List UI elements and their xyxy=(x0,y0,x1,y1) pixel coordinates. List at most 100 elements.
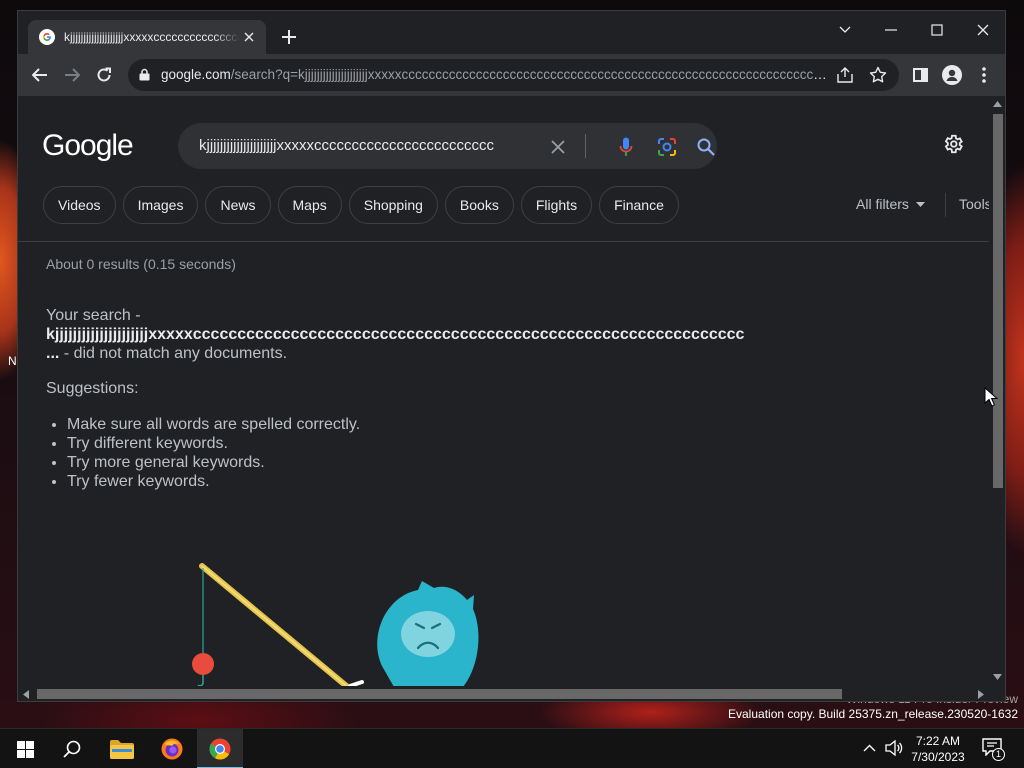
tab-title: kjjjjjjjjjjjjjjjjjjjjxxxxxcccccccccccccc… xyxy=(64,30,240,44)
chevron-down-icon xyxy=(839,26,851,33)
horizontal-scroll-thumb[interactable] xyxy=(37,689,842,699)
minimize-button[interactable] xyxy=(876,16,906,44)
close-window-button[interactable] xyxy=(968,16,998,44)
scroll-right-arrow-icon[interactable] xyxy=(978,690,984,699)
vertical-scroll-thumb[interactable] xyxy=(993,114,1003,488)
tab-close-icon[interactable] xyxy=(240,28,258,46)
chrome-menu-button[interactable] xyxy=(971,62,997,88)
microphone-icon xyxy=(619,137,633,156)
taskbar-chrome[interactable] xyxy=(197,729,243,768)
minimize-icon xyxy=(885,29,897,31)
caret-down-icon xyxy=(915,201,925,207)
chip-maps[interactable]: Maps xyxy=(277,186,342,224)
browser-toolbar: google.com/search?q=kjjjjjjjjjjjjjjjjjjj… xyxy=(18,54,1005,96)
url-path: /search?q=kjjjjjjjjjjjjjjjjjjjjjxxxxxccc… xyxy=(230,67,827,82)
address-bar[interactable]: google.com/search?q=kjjjjjjjjjjjjjjjjjjj… xyxy=(128,59,899,91)
more-vertical-icon xyxy=(982,67,986,83)
show-hidden-icons-chevron-icon[interactable] xyxy=(863,744,876,752)
tab-google-search[interactable]: kjjjjjjjjjjjjjjjjjjjjxxxxxcccccccccccccc… xyxy=(28,20,266,54)
no-results-query: kjjjjjjjjjjjjjjjjjjjjjxxxxxccccccccccccc… xyxy=(46,326,745,343)
desktop-icon-label-fragment: N xyxy=(8,354,17,368)
clear-search-button[interactable] xyxy=(546,135,570,159)
scroll-up-arrow-icon[interactable] xyxy=(993,101,1002,107)
camera-lens-icon xyxy=(658,138,676,156)
chip-shopping[interactable]: Shopping xyxy=(348,186,438,224)
close-icon xyxy=(977,24,989,36)
windows-taskbar: 7:22 AM 7/30/2023 1 xyxy=(0,728,1024,768)
suggestion-item: Try different keywords. xyxy=(67,434,360,453)
taskbar-file-explorer[interactable] xyxy=(99,729,145,768)
tools-button[interactable]: Tools xyxy=(959,196,989,212)
google-logo[interactable]: Google xyxy=(42,129,134,163)
search-input[interactable]: kjjjjjjjjjjjjjjjjjjjjjxxxxxccccccccccccc… xyxy=(199,137,517,154)
taskbar-firefox[interactable] xyxy=(149,729,195,768)
horizontal-scrollbar[interactable] xyxy=(18,686,989,701)
search-box[interactable]: kjjjjjjjjjjjjjjjjjjjjjxxxxxccccccccccccc… xyxy=(178,123,717,169)
voice-search-button[interactable] xyxy=(614,135,638,159)
google-favicon-icon xyxy=(39,29,55,45)
share-icon[interactable] xyxy=(836,66,854,84)
chip-flights[interactable]: Flights xyxy=(520,186,593,224)
chip-news[interactable]: News xyxy=(205,186,271,224)
header-divider xyxy=(18,241,989,242)
url-host: google.com xyxy=(161,67,231,82)
settings-gear-icon[interactable] xyxy=(942,133,964,155)
reload-icon xyxy=(97,67,111,82)
search-box-divider xyxy=(585,134,586,158)
bookmark-star-icon[interactable] xyxy=(869,66,887,84)
all-filters-dropdown[interactable]: All filters xyxy=(856,196,925,212)
clear-icon xyxy=(551,140,565,154)
lock-icon[interactable] xyxy=(139,68,150,81)
clock-date: 7/30/2023 xyxy=(911,750,965,764)
address-url[interactable]: google.com/search?q=kjjjjjjjjjjjjjjjjjjj… xyxy=(161,67,827,82)
lens-search-button[interactable] xyxy=(655,135,679,159)
chrome-icon xyxy=(209,738,231,760)
scroll-down-arrow-icon[interactable] xyxy=(993,674,1002,680)
search-icon xyxy=(63,740,81,758)
forward-button[interactable] xyxy=(59,62,85,88)
suggestion-item: Try fewer keywords. xyxy=(67,472,360,491)
taskbar-clock[interactable]: 7:22 AM 7/30/2023 xyxy=(900,733,976,765)
maximize-button[interactable] xyxy=(922,16,952,44)
chip-books[interactable]: Books xyxy=(444,186,514,224)
scrollbar-corner xyxy=(989,686,1005,701)
suggestion-item: Try more general keywords. xyxy=(67,453,360,472)
fishing-monster-illustration xyxy=(192,563,479,686)
suggestions-list: Make sure all words are spelled correctl… xyxy=(67,415,360,491)
plus-icon xyxy=(282,30,296,44)
page-viewport: Google kjjjjjjjjjjjjjjjjjjjjjxxxxxcccccc… xyxy=(18,96,989,686)
search-button[interactable] xyxy=(694,135,718,159)
tab-strip: kjjjjjjjjjjjjjjjjjjjjxxxxxcccccccccccccc… xyxy=(18,11,1005,54)
notification-center-button[interactable]: 1 xyxy=(982,738,1006,761)
clock-time: 7:22 AM xyxy=(915,734,961,748)
arrow-left-icon xyxy=(32,68,47,82)
search-icon xyxy=(697,138,715,156)
no-results-message: Your search - kjjjjjjjjjjjjjjjjjjjjjxxxx… xyxy=(46,306,744,363)
suggestion-item: Make sure all words are spelled correctl… xyxy=(67,415,360,434)
profile-icon xyxy=(942,65,962,85)
no-results-suffix: - did not match any documents. xyxy=(59,345,288,362)
watermark-build: Evaluation copy. Build 25375.zn_release.… xyxy=(728,707,1018,721)
taskbar-search-button[interactable] xyxy=(49,729,95,768)
chrome-window: kjjjjjjjjjjjjjjjjjjjjxxxxxcccccccccccccc… xyxy=(17,10,1006,702)
firefox-icon xyxy=(161,738,183,760)
side-panel-icon xyxy=(912,68,928,82)
reload-button[interactable] xyxy=(91,62,117,88)
mouse-pointer-icon xyxy=(984,387,998,407)
scroll-left-arrow-icon[interactable] xyxy=(23,690,29,699)
no-results-ellipsis: ... xyxy=(46,345,60,362)
chip-images[interactable]: Images xyxy=(122,186,199,224)
profile-button[interactable] xyxy=(939,62,965,88)
notification-count-badge: 1 xyxy=(992,748,1005,761)
side-panel-button[interactable] xyxy=(907,62,933,88)
tab-search-button[interactable] xyxy=(830,16,860,44)
windows-logo-icon xyxy=(16,740,34,758)
start-button[interactable] xyxy=(2,729,48,768)
suggestions-heading: Suggestions: xyxy=(46,380,139,397)
chip-finance[interactable]: Finance xyxy=(599,186,679,224)
chip-videos[interactable]: Videos xyxy=(43,186,116,224)
filters-divider xyxy=(945,193,946,217)
new-tab-button[interactable] xyxy=(278,26,300,48)
back-button[interactable] xyxy=(27,62,53,88)
arrow-right-icon xyxy=(65,68,80,82)
